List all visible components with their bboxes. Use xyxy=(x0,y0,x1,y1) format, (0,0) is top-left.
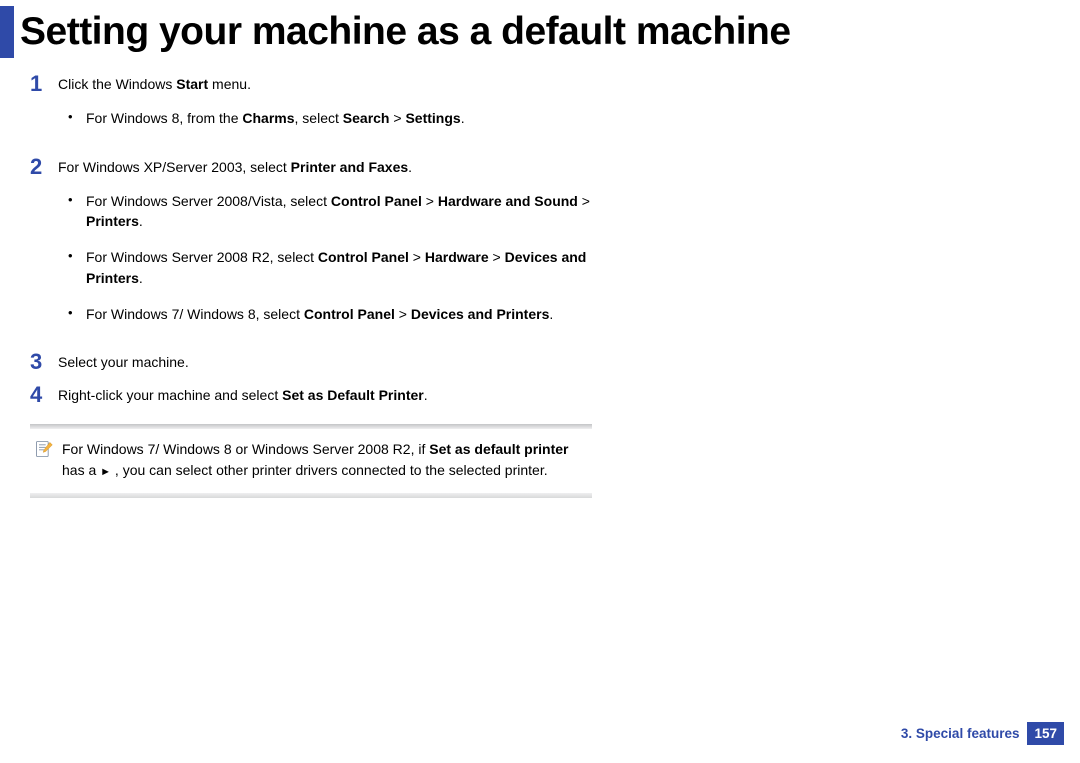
note-text: For Windows 7/ Windows 8 or Windows Serv… xyxy=(62,439,586,480)
page-title: Setting your machine as a default machin… xyxy=(20,10,791,54)
step-2-text: For Windows XP/Server 2003, select Print… xyxy=(58,159,412,175)
footer-page-number: 157 xyxy=(1027,722,1064,745)
step-number: 4 xyxy=(30,383,58,406)
title-accent-bar xyxy=(0,6,14,58)
step-2-bullet-2: For Windows Server 2008 R2, select Contr… xyxy=(58,247,600,288)
step-4: 4 Right-click your machine and select Se… xyxy=(30,383,600,406)
step-number: 1 xyxy=(30,72,58,145)
note-box: For Windows 7/ Windows 8 or Windows Serv… xyxy=(30,424,592,497)
step-4-text: Right-click your machine and select Set … xyxy=(58,383,600,406)
step-2-bullet-3: For Windows 7/ Windows 8, select Control… xyxy=(58,304,600,324)
page-footer: 3. Special features 157 xyxy=(901,722,1064,745)
step-2-bullet-1: For Windows Server 2008/Vista, select Co… xyxy=(58,191,600,232)
step-3-text: Select your machine. xyxy=(58,350,600,373)
step-1-text: Click the Windows Start menu. xyxy=(58,76,251,92)
triangle-right-icon: ► xyxy=(100,466,111,478)
note-icon xyxy=(34,439,62,480)
step-1-bullet-1: For Windows 8, from the Charms, select S… xyxy=(58,108,600,128)
step-number: 3 xyxy=(30,350,58,373)
step-2: 2 For Windows XP/Server 2003, select Pri… xyxy=(30,155,600,341)
step-number: 2 xyxy=(30,155,58,341)
note-divider-bottom xyxy=(30,493,592,498)
step-1: 1 Click the Windows Start menu. For Wind… xyxy=(30,72,600,145)
footer-chapter-label: 3. Special features xyxy=(901,726,1020,741)
step-3: 3 Select your machine. xyxy=(30,350,600,373)
